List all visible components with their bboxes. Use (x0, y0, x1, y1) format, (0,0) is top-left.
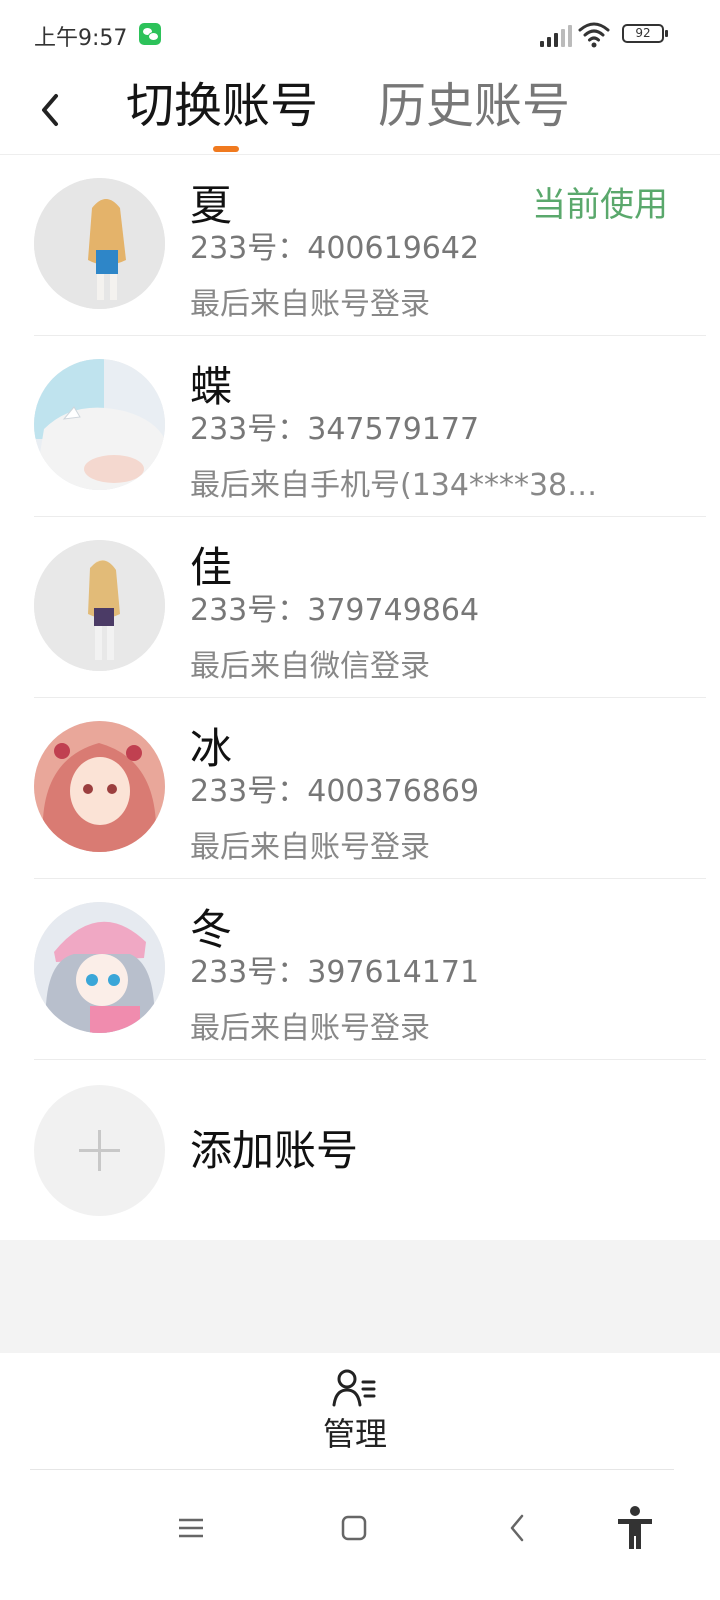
wifi-icon (578, 20, 610, 48)
status-time: 上午9:57 (34, 26, 128, 51)
account-name: 佳 (190, 543, 233, 592)
avatar (34, 902, 165, 1033)
account-id: 233号：400619642 (190, 231, 480, 266)
user-list-icon (332, 1369, 376, 1407)
tab-history-account[interactable]: 历史账号 (378, 74, 570, 138)
account-source: 最后来自账号登录 (190, 287, 430, 322)
account-id: 233号：397614171 (190, 955, 480, 990)
plus-icon (34, 1085, 165, 1216)
menu-icon (179, 1518, 203, 1538)
account-row[interactable]: 冬 233号：397614171 最后来自账号登录 (0, 879, 720, 1060)
signal-icon (540, 25, 574, 47)
manage-button[interactable]: 管理 (300, 1365, 410, 1465)
battery-icon: 92 (622, 24, 668, 43)
avatar (34, 178, 165, 309)
account-id: 233号：379749864 (190, 593, 480, 628)
status-bar: 上午9:57 92 (0, 0, 720, 70)
account-row[interactable]: 佳 233号：379749864 最后来自微信登录 (0, 517, 720, 698)
accessibility-icon (618, 1506, 652, 1549)
tab-indicator (213, 146, 239, 152)
account-name: 冬 (190, 905, 233, 954)
account-row[interactable]: 冰 233号：400376869 最后来自账号登录 (0, 698, 720, 879)
current-badge: 当前使用 (532, 185, 668, 225)
manage-label: 管理 (322, 1415, 387, 1453)
account-id: 233号：400376869 (190, 774, 480, 809)
header: 切换账号 历史账号 (0, 70, 720, 155)
account-id: 233号：347579177 (190, 412, 480, 447)
account-source: 最后来自手机号(134****38… (190, 468, 598, 503)
battery-level: 92 (635, 26, 651, 40)
empty-area (0, 1240, 720, 1353)
add-account-label: 添加账号 (190, 1126, 359, 1175)
avatar (34, 359, 165, 490)
nav-back-button[interactable] (487, 1498, 547, 1558)
account-name: 夏 (190, 181, 233, 230)
menu-button[interactable] (161, 1498, 221, 1558)
back-button[interactable] (28, 82, 72, 138)
account-source: 最后来自账号登录 (190, 830, 430, 865)
avatar (34, 721, 165, 852)
chevron-left-icon (42, 94, 58, 126)
account-row[interactable]: 蝶 233号：347579177 最后来自手机号(134****38… (0, 336, 720, 517)
add-account-button[interactable]: 添加账号 (0, 1060, 720, 1241)
avatar (34, 540, 165, 671)
back-icon (510, 1514, 524, 1542)
account-source: 最后来自微信登录 (190, 649, 430, 684)
account-name: 蝶 (190, 362, 233, 411)
tab-switch-account[interactable]: 切换账号 (126, 74, 318, 138)
home-button[interactable] (324, 1498, 384, 1558)
account-source: 最后来自账号登录 (190, 1011, 430, 1046)
account-row[interactable]: 夏 当前使用 233号：400619642 最后来自账号登录 (0, 155, 720, 336)
accessibility-button[interactable] (605, 1498, 665, 1558)
account-name: 冰 (190, 724, 233, 773)
system-nav-bar (0, 1470, 720, 1600)
wechat-notification-icon (139, 23, 161, 45)
home-icon (341, 1515, 367, 1541)
account-list: 夏 当前使用 233号：400619642 最后来自账号登录 蝶 233号：34… (0, 155, 720, 1241)
